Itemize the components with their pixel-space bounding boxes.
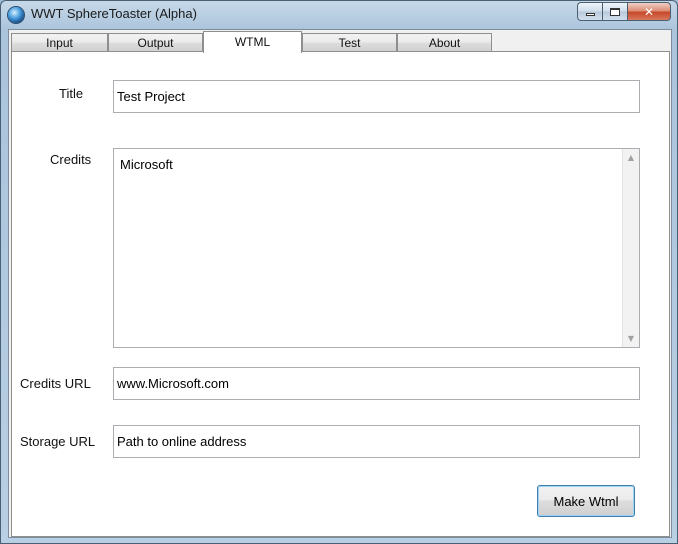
make-wtml-button[interactable]: Make Wtml (537, 485, 635, 517)
caption-buttons: ✕ (577, 2, 671, 21)
close-button[interactable]: ✕ (627, 2, 671, 21)
minimize-button[interactable] (577, 2, 602, 21)
tab-strip: Input Output WTML Test About (11, 31, 671, 53)
tab-about[interactable]: About (397, 33, 492, 52)
globe-icon[interactable] (8, 7, 24, 23)
credits-url-label: Credits URL (20, 376, 91, 391)
credits-url-input[interactable] (113, 367, 640, 400)
client-area: Input Output WTML Test About Title Credi… (8, 29, 672, 538)
chevron-up-icon[interactable]: ▲ (623, 149, 639, 166)
credits-textarea-container: Microsoft ▲ ▼ (113, 148, 640, 348)
chevron-down-icon[interactable]: ▼ (623, 330, 639, 347)
wtml-tab-page: Title Credits Microsoft ▲ ▼ Credits URL … (11, 51, 670, 537)
storage-url-input[interactable] (113, 425, 640, 458)
tab-test[interactable]: Test (302, 33, 397, 52)
maximize-icon (610, 7, 620, 16)
title-label: Title (59, 86, 84, 101)
title-bar[interactable]: WWT SphereToaster (Alpha) ✕ (1, 1, 677, 29)
title-input[interactable] (113, 80, 640, 113)
app-window: WWT SphereToaster (Alpha) ✕ Input Output… (0, 0, 678, 544)
maximize-button[interactable] (602, 2, 627, 21)
window-title: WWT SphereToaster (Alpha) (31, 6, 197, 21)
tab-output[interactable]: Output (108, 33, 203, 52)
tab-input[interactable]: Input (11, 33, 108, 52)
credits-scrollbar[interactable]: ▲ ▼ (622, 149, 639, 347)
minimize-icon (585, 12, 595, 16)
storage-url-label: Storage URL (20, 434, 96, 449)
credits-label: Credits (50, 152, 92, 167)
tab-wtml[interactable]: WTML (203, 31, 302, 53)
credits-textarea[interactable]: Microsoft (114, 149, 622, 347)
close-icon: ✕ (643, 4, 655, 19)
